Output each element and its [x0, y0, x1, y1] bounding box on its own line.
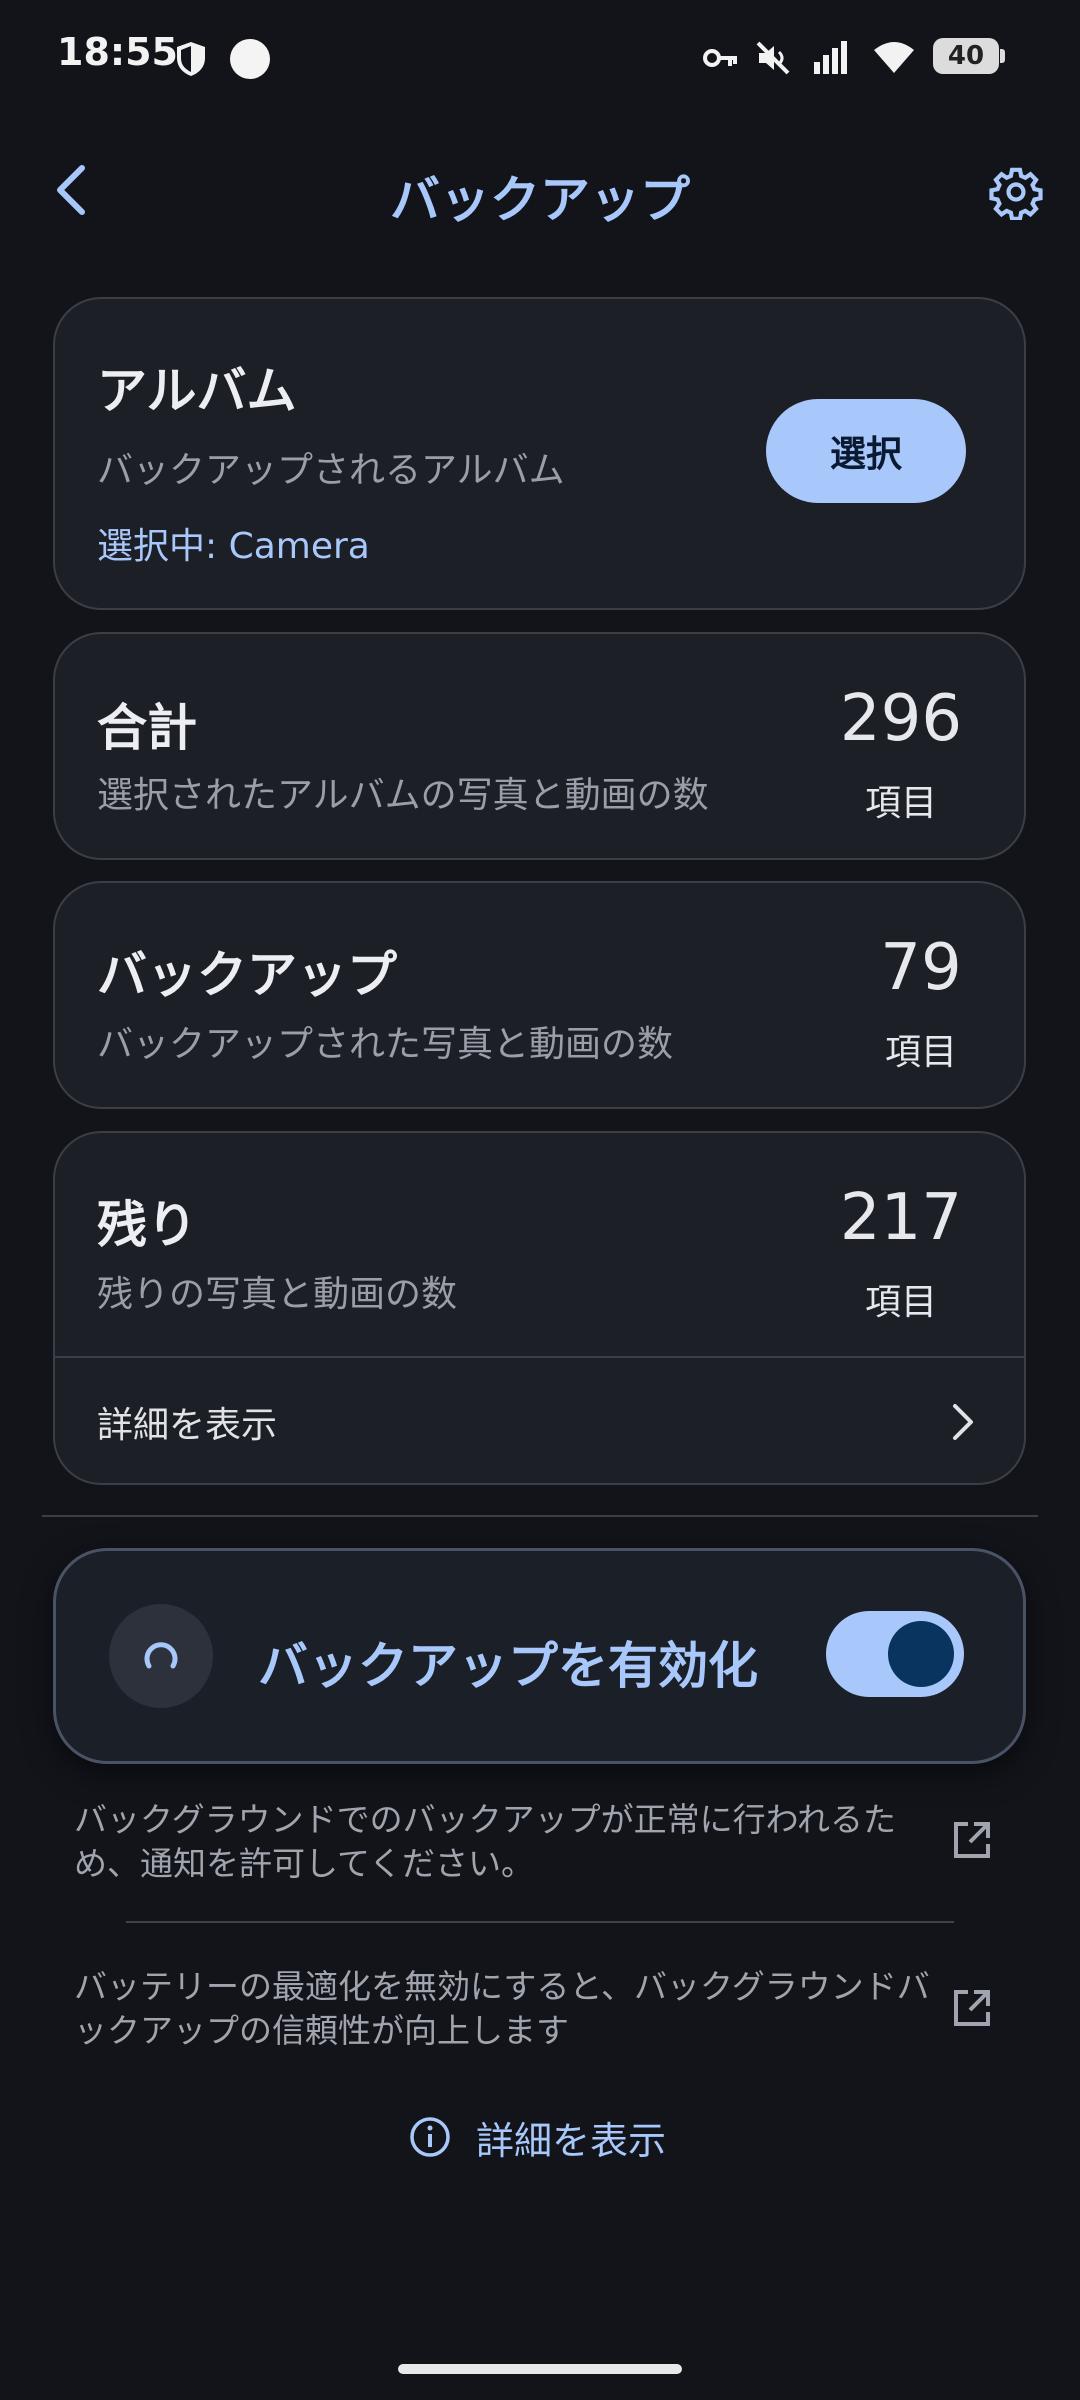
album-title: アルバム	[97, 362, 297, 420]
notification-permission-note[interactable]: バックグラウンドでのバックアップが正常に行われるため、通知を許可してください。	[74, 1798, 904, 1886]
battery-indicator: 40	[933, 38, 999, 74]
total-unit: 項目	[864, 783, 937, 824]
total-count: 296	[839, 682, 963, 756]
total-subtitle: 選択されたアルバムの写真と動画の数	[97, 775, 709, 816]
footer-details-label: 詳細を表示	[476, 2118, 667, 2163]
mute-icon	[756, 41, 790, 75]
total-title: 合計	[97, 699, 197, 757]
open-external-icon[interactable]	[952, 1820, 992, 1860]
vpn-key-icon	[703, 49, 737, 67]
footer-details-link[interactable]: 詳細を表示	[408, 2110, 666, 2164]
sync-spinner-icon	[144, 1642, 178, 1669]
enable-backup-label: バックアップを有効化	[258, 1637, 758, 1695]
status-time: 18:55	[57, 30, 178, 74]
toggle-knob	[888, 1621, 954, 1687]
show-details-row[interactable]: 詳細を表示	[55, 1358, 1024, 1483]
backup-status-circle	[109, 1604, 213, 1708]
open-external-icon[interactable]	[952, 1988, 992, 2028]
page-title: バックアップ	[390, 171, 690, 229]
backed-up-count: 79	[880, 931, 962, 1005]
section-divider	[42, 1515, 1038, 1517]
album-subtitle: バックアップされるアルバム	[97, 450, 565, 491]
battery-optimization-note[interactable]: バッテリーの最適化を無効にすると、バックグラウンドバックアップの信頼性が向上しま…	[74, 1965, 934, 2053]
total-card: 合計 選択されたアルバムの写真と動画の数 296 項目	[53, 632, 1026, 860]
backup-toggle[interactable]	[826, 1611, 964, 1697]
battery-cap	[1000, 49, 1005, 63]
notes-divider	[126, 1921, 954, 1923]
select-album-button[interactable]: 選択	[766, 399, 966, 503]
selected-album: 選択中: Camera	[97, 526, 370, 567]
backed-up-subtitle: バックアップされた写真と動画の数	[97, 1024, 674, 1065]
home-indicator[interactable]	[398, 2364, 682, 2374]
remaining-count: 217	[839, 1181, 963, 1255]
shield-icon	[177, 42, 205, 76]
backed-up-unit: 項目	[884, 1032, 957, 1073]
backed-up-card: バックアップ バックアップされた写真と動画の数 79 項目	[53, 881, 1026, 1109]
remaining-subtitle: 残りの写真と動画の数	[97, 1274, 458, 1315]
album-card: アルバム バックアップされるアルバム 選択中: Camera 選択	[53, 297, 1026, 610]
info-icon	[410, 2117, 450, 2157]
remaining-title: 残り	[97, 1196, 197, 1254]
enable-backup-card[interactable]: バックアップを有効化	[53, 1548, 1026, 1764]
notification-dot-icon	[230, 39, 270, 79]
remaining-unit: 項目	[864, 1282, 937, 1323]
show-details-label: 詳細を表示	[97, 1405, 278, 1446]
remaining-card: 残り 残りの写真と動画の数 217 項目 詳細を表示	[53, 1131, 1026, 1485]
chevron-right-icon	[953, 1404, 973, 1440]
settings-gear-icon[interactable]	[988, 164, 1044, 220]
backed-up-title: バックアップ	[97, 946, 397, 1004]
wifi-icon	[874, 42, 914, 73]
signal-icon	[814, 41, 847, 74]
